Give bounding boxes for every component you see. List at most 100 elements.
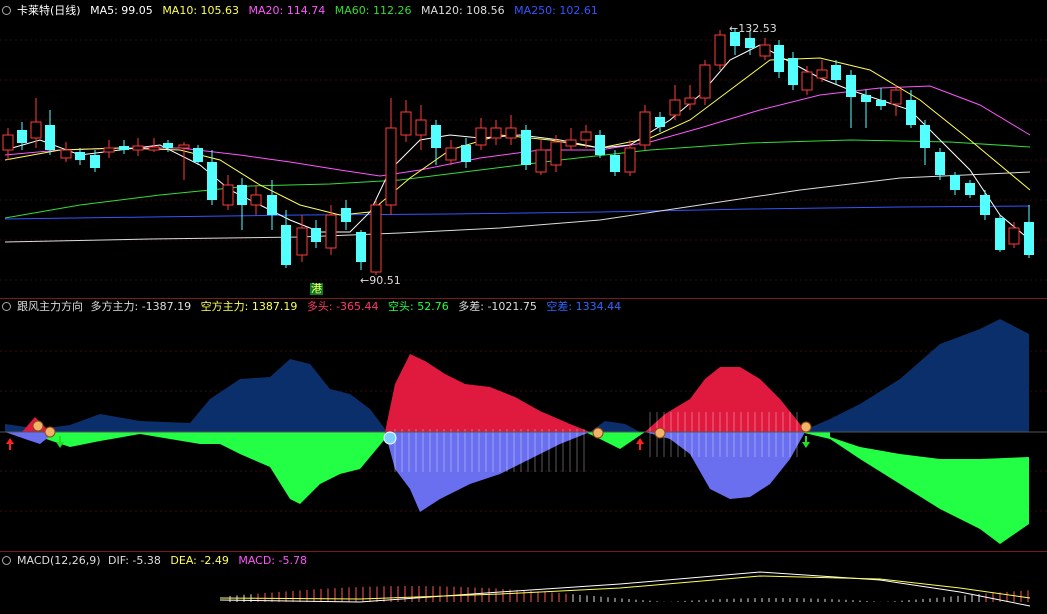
kongtou-label: 空头: 52.76 bbox=[388, 300, 449, 313]
candle-body bbox=[595, 135, 605, 155]
macd-legend: MACD(12,26,9) DIF: -5.38 DEA: -2.49 MACD… bbox=[2, 554, 313, 568]
candle-body bbox=[60, 149, 72, 159]
hk-connect-badge: 港 bbox=[310, 282, 323, 295]
candle-body bbox=[846, 75, 856, 97]
candle-body bbox=[639, 111, 651, 146]
candle-body bbox=[965, 183, 975, 195]
ma250-label: MA250: 102.61 bbox=[514, 4, 598, 17]
candle-body bbox=[906, 100, 916, 125]
green-area bbox=[800, 432, 1029, 544]
candle-body bbox=[935, 152, 945, 175]
buy-arrow-icon bbox=[636, 438, 644, 450]
ma60-label: MA60: 112.26 bbox=[334, 4, 412, 17]
candle-body bbox=[370, 204, 382, 273]
candle-body bbox=[920, 125, 930, 148]
candle-body bbox=[75, 152, 85, 160]
candle-body bbox=[801, 71, 813, 91]
ma60-line bbox=[4, 139, 1031, 219]
candle-body bbox=[148, 146, 160, 151]
candle-body bbox=[103, 147, 115, 153]
purple-area bbox=[645, 432, 805, 499]
ma10-line bbox=[4, 57, 1031, 216]
candle-body bbox=[980, 195, 990, 215]
candle-body bbox=[385, 127, 397, 206]
buy-arrow-icon bbox=[6, 438, 14, 450]
candle-body bbox=[550, 141, 562, 166]
candle-body bbox=[445, 147, 457, 161]
candle-body bbox=[669, 99, 681, 116]
candle-body bbox=[222, 184, 234, 206]
ma250-line bbox=[4, 205, 1031, 220]
candle-body bbox=[45, 125, 55, 150]
macd-panel[interactable]: MACD(12,26,9) DIF: -5.38 DEA: -2.49 MACD… bbox=[0, 552, 1047, 614]
candle-body bbox=[565, 139, 577, 147]
price-panel[interactable]: 卡莱特(日线) MA5: 99.05 MA10: 105.63 MA20: 11… bbox=[0, 0, 1047, 298]
ma120-label: MA120: 108.56 bbox=[420, 4, 505, 17]
candle-body bbox=[624, 147, 636, 173]
candle-body bbox=[311, 228, 321, 242]
candle-body bbox=[655, 117, 665, 127]
candle-body bbox=[861, 95, 871, 102]
candle-body bbox=[400, 111, 412, 136]
duofang-label: 多方主力: -1387.19 bbox=[90, 300, 192, 313]
hand-pointer-icon bbox=[32, 420, 44, 432]
candle-body bbox=[490, 127, 502, 139]
indicator-chart[interactable] bbox=[0, 299, 1047, 551]
candle-body bbox=[296, 227, 308, 256]
candle-body bbox=[341, 208, 351, 222]
kongcha-label: 空差: 1334.44 bbox=[546, 300, 622, 313]
collapse-icon[interactable] bbox=[2, 302, 11, 311]
candle-body bbox=[535, 149, 547, 173]
low-price-marker: ←90.51 bbox=[360, 274, 401, 287]
candle-body bbox=[816, 69, 828, 79]
indicator-legend: 跟风主力方向 多方主力: -1387.19 空方主力: 1387.19 多头: … bbox=[2, 300, 627, 314]
ma20-line bbox=[4, 85, 1031, 177]
high-price-marker: ←132.53 bbox=[729, 22, 777, 35]
ma10-label: MA10: 105.63 bbox=[162, 4, 240, 17]
bull-main-area bbox=[645, 367, 805, 432]
candle-body bbox=[325, 214, 337, 249]
indicator-panel[interactable]: 跟风主力方向 多方主力: -1387.19 空方主力: 1387.19 多头: … bbox=[0, 299, 1047, 551]
candle-body bbox=[237, 185, 247, 205]
candle-body bbox=[207, 162, 217, 200]
candle-body bbox=[163, 143, 173, 148]
candle-body bbox=[521, 130, 531, 165]
candle-body bbox=[759, 44, 771, 57]
macd-value-label: MACD: -5.78 bbox=[238, 554, 307, 567]
signal-dot-icon bbox=[383, 431, 397, 445]
candle-body bbox=[17, 130, 27, 143]
hand-pointer-icon bbox=[800, 421, 812, 433]
candle-body bbox=[774, 45, 784, 72]
candle-body bbox=[876, 100, 886, 106]
dea-label: DEA: -2.49 bbox=[170, 554, 229, 567]
candle-body bbox=[356, 232, 366, 262]
bear-main-area bbox=[5, 359, 385, 432]
candle-body bbox=[745, 38, 755, 48]
candle-body bbox=[250, 194, 262, 206]
candle-body bbox=[178, 144, 190, 149]
candle-body bbox=[580, 131, 592, 141]
candle-body bbox=[610, 155, 620, 172]
candle-body bbox=[193, 148, 203, 162]
macd-name: MACD(12,26,9) bbox=[17, 554, 101, 567]
candle-body bbox=[431, 125, 441, 148]
kongfang-label: 空方主力: 1387.19 bbox=[200, 300, 298, 313]
price-legend: 卡莱特(日线) MA5: 99.05 MA10: 105.63 MA20: 11… bbox=[2, 4, 604, 18]
collapse-icon[interactable] bbox=[2, 556, 11, 565]
candle-body bbox=[281, 225, 291, 265]
ma20-label: MA20: 114.74 bbox=[248, 4, 326, 17]
candle-body bbox=[461, 145, 471, 162]
hand-pointer-icon bbox=[44, 426, 56, 438]
dif-label: DIF: -5.38 bbox=[108, 554, 161, 567]
stock-title: 卡莱特(日线) bbox=[17, 4, 81, 17]
candle-body bbox=[132, 145, 144, 151]
duocha-label: 多差: -1021.75 bbox=[458, 300, 537, 313]
hand-pointer-icon bbox=[592, 427, 604, 439]
candle-body bbox=[699, 64, 711, 99]
candle-body bbox=[1008, 227, 1020, 245]
sell-arrow-icon bbox=[802, 436, 810, 448]
candlestick-chart[interactable] bbox=[0, 0, 1047, 298]
duotou-label: 多头: -365.44 bbox=[306, 300, 379, 313]
candle-body bbox=[890, 89, 902, 105]
collapse-icon[interactable] bbox=[2, 6, 11, 15]
